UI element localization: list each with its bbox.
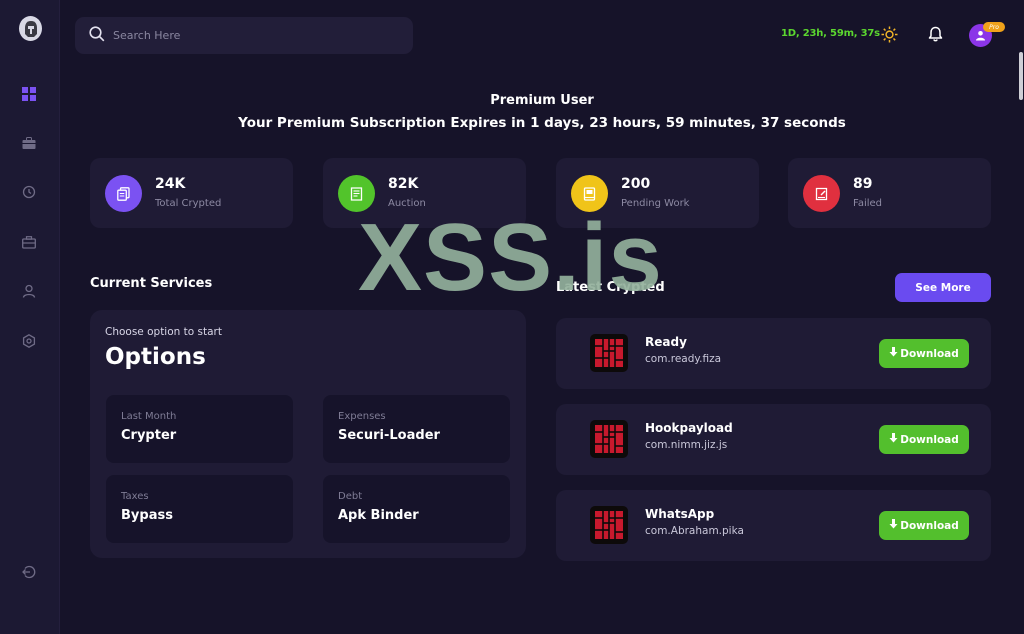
stat-card-failed[interactable]: 89 Failed [788,158,991,228]
pro-badge: Pro [983,22,1005,32]
app-icon [590,506,628,544]
download-icon [889,433,898,446]
options-title: Options [105,344,206,370]
stat-label: Failed [853,198,883,209]
app-package: com.ready.fiza [645,353,722,365]
app-name: WhatsApp [645,507,715,521]
user-icon[interactable] [21,283,37,299]
watermark-text: XSS.is [358,204,663,311]
app-icon [590,334,628,372]
dashboard-icon[interactable] [21,86,37,102]
download-icon [889,519,898,532]
download-button[interactable]: Download [879,511,969,540]
app-icon [590,420,628,458]
option-caption: Expenses [338,411,386,422]
stat-value: 89 [853,176,873,192]
stat-value: 24K [155,176,186,192]
option-caption: Taxes [121,491,149,502]
download-button[interactable]: Download [879,339,969,368]
sun-icon[interactable] [880,25,898,43]
settings-icon[interactable] [21,333,37,349]
case-icon[interactable] [21,234,37,250]
option-apk-binder[interactable]: Debt Apk Binder [323,475,510,543]
sidebar [0,0,60,634]
app-name: Hookpayload [645,421,733,435]
copy-icon [105,175,142,212]
note-icon [803,175,840,212]
stat-card-total-crypted[interactable]: 24K Total Crypted [90,158,293,228]
search-icon [89,25,105,46]
option-label: Bypass [121,508,173,523]
banner-subtitle: Your Premium Subscription Expires in 1 d… [238,115,846,131]
services-card: Choose option to start Options Last Mont… [90,310,526,558]
stat-value: 82K [388,176,419,192]
option-crypter[interactable]: Last Month Crypter [106,395,293,463]
stat-value: 200 [621,176,651,192]
download-label: Download [900,519,959,532]
bell-icon[interactable] [926,25,944,43]
list-item: Ready com.ready.fiza Download [556,318,991,389]
logo-icon[interactable] [19,16,42,41]
logout-icon[interactable] [21,564,37,580]
download-label: Download [900,433,959,446]
choose-option-text: Choose option to start [105,326,222,338]
download-button[interactable]: Download [879,425,969,454]
current-services-title: Current Services [90,276,213,291]
option-label: Apk Binder [338,508,419,523]
briefcase-icon[interactable] [21,135,37,151]
subscription-timer: 1D, 23h, 59m, 37s [781,28,880,39]
stat-label: Total Crypted [155,198,222,209]
download-label: Download [900,347,959,360]
option-label: Securi-Loader [338,428,440,443]
search-input[interactable] [113,29,393,42]
see-more-button[interactable]: See More [895,273,991,302]
option-securi-loader[interactable]: Expenses Securi-Loader [323,395,510,463]
app-name: Ready [645,335,687,349]
option-caption: Last Month [121,411,177,422]
list-item: WhatsApp com.Abraham.pika Download [556,490,991,561]
option-caption: Debt [338,491,363,502]
app-package: com.Abraham.pika [645,525,744,537]
search-bar[interactable] [75,17,413,54]
option-label: Crypter [121,428,177,443]
option-bypass[interactable]: Taxes Bypass [106,475,293,543]
banner-title: Premium User [490,93,594,108]
history-icon[interactable] [21,184,37,200]
app-package: com.nimm.jiz.js [645,439,728,451]
download-icon [889,347,898,360]
list-item: Hookpayload com.nimm.jiz.js Download [556,404,991,475]
